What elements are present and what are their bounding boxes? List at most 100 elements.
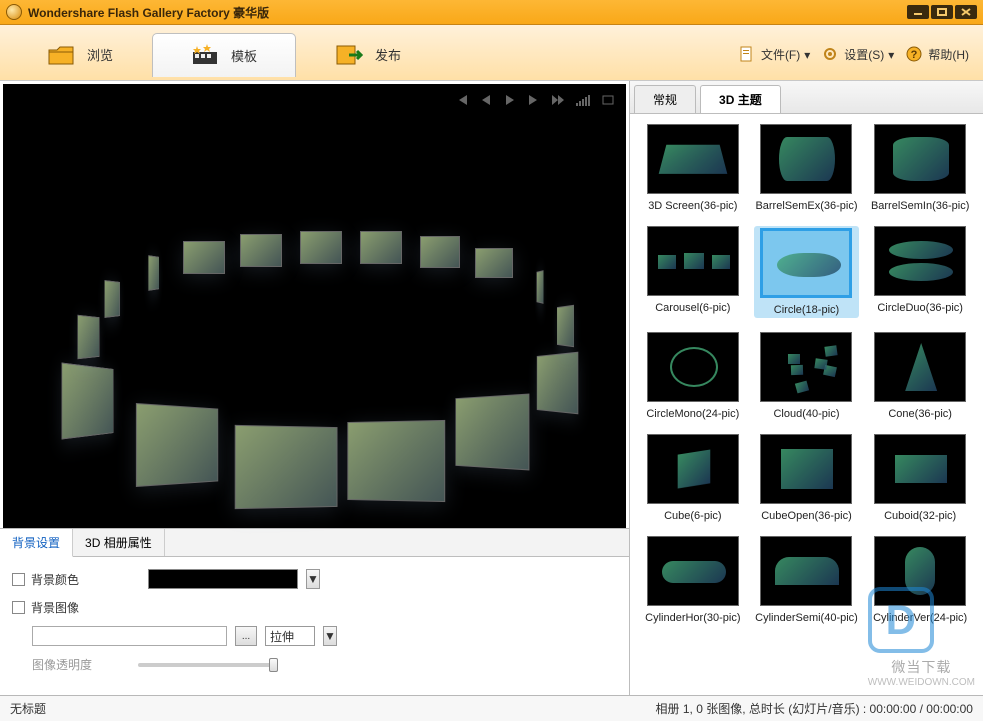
settings-tabs: 背景设置 3D 相册属性 (0, 529, 629, 557)
stretch-select[interactable]: 拉伸 (265, 626, 315, 646)
stretch-dropdown[interactable]: ▼ (323, 626, 337, 646)
content-area: 背景设置 3D 相册属性 背景颜色 ▼ 背景图像 ... 拉伸 ▼ (0, 81, 983, 695)
slider-knob[interactable] (269, 658, 278, 672)
tab-publish[interactable]: 发布 (296, 33, 440, 77)
template-card[interactable]: Circle(18-pic) (754, 226, 860, 318)
file-icon (739, 46, 757, 64)
main-toolbar: 浏览 模板 发布 文件(F) ▾ 设置(S) ▾ ? 帮助(H) (0, 25, 983, 81)
template-thumb (760, 332, 852, 402)
template-name: Cloud(40-pic) (773, 408, 839, 420)
tab-template[interactable]: 模板 (152, 33, 296, 77)
template-name: CubeOpen(36-pic) (761, 510, 852, 522)
browse-button[interactable]: ... (235, 626, 257, 646)
chevron-down-icon: ▾ (804, 48, 810, 62)
template-name: CircleDuo(36-pic) (877, 302, 963, 314)
bg-color-dropdown[interactable]: ▼ (306, 569, 320, 589)
template-thumb (874, 434, 966, 504)
template-icon (191, 43, 219, 67)
play-button[interactable] (500, 92, 520, 108)
template-card[interactable]: Cone(36-pic) (867, 332, 973, 420)
status-album-info: 相册 1, 0 张图像, 总时长 (幻灯片/音乐) : 00:00:00 / 0… (656, 700, 973, 717)
app-title: Wondershare Flash Gallery Factory 豪华版 (28, 4, 905, 21)
title-bar: Wondershare Flash Gallery Factory 豪华版 (0, 0, 983, 25)
bg-color-swatch[interactable] (148, 569, 298, 589)
gear-icon (822, 46, 840, 64)
template-name: Cone(36-pic) (888, 408, 952, 420)
template-card[interactable]: 3D Screen(36-pic) (640, 124, 746, 212)
chevron-down-icon: ▾ (888, 48, 894, 62)
template-thumb (760, 124, 852, 194)
template-card[interactable]: BarrelSemIn(36-pic) (867, 124, 973, 212)
tab-browse-label: 浏览 (87, 45, 113, 64)
tab-3d-themes[interactable]: 3D 主题 (700, 85, 781, 113)
template-card[interactable]: Cloud(40-pic) (754, 332, 860, 420)
next-button[interactable] (524, 92, 544, 108)
template-thumb (760, 536, 852, 606)
template-thumb (874, 332, 966, 402)
preview-canvas (13, 124, 616, 508)
prev-button[interactable] (476, 92, 496, 108)
template-thumb (760, 228, 852, 298)
template-thumb (647, 332, 739, 402)
template-name: Cube(6-pic) (664, 510, 721, 522)
preview-stage[interactable] (3, 84, 626, 528)
template-thumb (874, 536, 966, 606)
template-card[interactable]: BarrelSemEx(36-pic) (754, 124, 860, 212)
menu-settings[interactable]: 设置(S) ▾ (816, 42, 900, 68)
opacity-slider[interactable] (138, 663, 278, 667)
template-card[interactable]: Carousel(6-pic) (640, 226, 746, 318)
last-button[interactable] (548, 92, 568, 108)
template-thumb (874, 226, 966, 296)
template-name: CircleMono(24-pic) (646, 408, 739, 420)
status-doc-title: 无标题 (10, 700, 46, 717)
bg-image-path[interactable] (32, 626, 227, 646)
template-name: Cuboid(32-pic) (884, 510, 956, 522)
settings-body: 背景颜色 ▼ 背景图像 ... 拉伸 ▼ 图像透明度 (0, 557, 629, 695)
publish-icon (335, 43, 363, 67)
template-thumb (647, 434, 739, 504)
tab-bg-settings[interactable]: 背景设置 (0, 529, 73, 557)
bg-image-checkbox[interactable]: 背景图像 (12, 599, 82, 616)
template-thumb (647, 124, 739, 194)
folder-icon (47, 43, 75, 67)
template-grid[interactable]: 3D Screen(36-pic) BarrelSemEx(36-pic) Barr… (630, 114, 983, 695)
template-name: Circle(18-pic) (774, 304, 839, 316)
template-name: BarrelSemIn(36-pic) (871, 200, 969, 212)
menu-help[interactable]: ? 帮助(H) (900, 42, 975, 68)
template-name: Carousel(6-pic) (655, 302, 730, 314)
template-card[interactable]: CylinderHor(30-pic) (640, 536, 746, 624)
settings-panel: 背景设置 3D 相册属性 背景颜色 ▼ 背景图像 ... 拉伸 ▼ (0, 528, 629, 695)
template-card[interactable]: CircleMono(24-pic) (640, 332, 746, 420)
tab-publish-label: 发布 (375, 45, 401, 64)
minimize-button[interactable] (907, 5, 929, 19)
template-name: BarrelSemEx(36-pic) (755, 200, 857, 212)
template-card[interactable]: Cube(6-pic) (640, 434, 746, 522)
template-card[interactable]: CylinderSemi(40-pic) (754, 536, 860, 624)
menu-file[interactable]: 文件(F) ▾ (733, 42, 816, 68)
template-card[interactable]: CircleDuo(36-pic) (867, 226, 973, 318)
help-icon: ? (906, 46, 924, 64)
tab-template-label: 模板 (231, 46, 257, 65)
close-button[interactable] (955, 5, 977, 19)
template-name: CylinderVer(24-pic) (873, 612, 967, 624)
template-panel: 常规 3D 主题 3D Screen(36-pic) BarrelSemEx(36… (629, 81, 983, 695)
template-card[interactable]: Cuboid(32-pic) (867, 434, 973, 522)
template-name: CylinderHor(30-pic) (645, 612, 740, 624)
opacity-label: 图像透明度 (32, 656, 92, 673)
left-pane: 背景设置 3D 相册属性 背景颜色 ▼ 背景图像 ... 拉伸 ▼ (0, 81, 629, 695)
preview-controls (452, 92, 618, 108)
template-thumb (760, 434, 852, 504)
tab-normal-themes[interactable]: 常规 (634, 85, 696, 113)
template-name: CylinderSemi(40-pic) (755, 612, 858, 624)
circle-gallery-preview (35, 186, 595, 446)
fullscreen-button[interactable] (598, 92, 618, 108)
template-card[interactable]: CylinderVer(24-pic) (867, 536, 973, 624)
svg-text:?: ? (911, 49, 918, 61)
bg-color-checkbox[interactable]: 背景颜色 (12, 571, 82, 588)
tab-browse[interactable]: 浏览 (8, 33, 152, 77)
volume-icon[interactable] (576, 95, 590, 106)
maximize-button[interactable] (931, 5, 953, 19)
tab-3d-album-props[interactable]: 3D 相册属性 (73, 529, 165, 556)
first-button[interactable] (452, 92, 472, 108)
template-card[interactable]: CubeOpen(36-pic) (754, 434, 860, 522)
